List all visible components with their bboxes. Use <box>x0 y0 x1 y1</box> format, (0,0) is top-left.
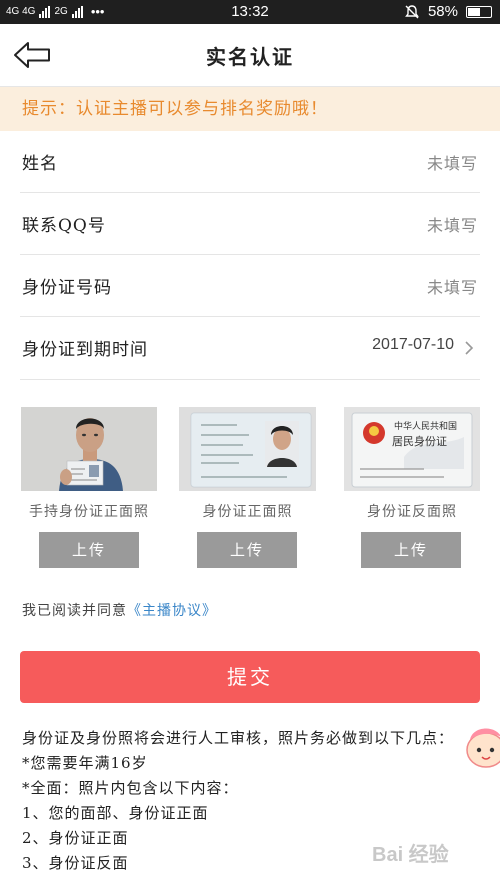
note-line: *您需要年满16岁 <box>22 754 148 772</box>
form-row-id-number[interactable]: 身份证号码 未填写 <box>20 255 480 317</box>
qq-value[interactable]: 未填写 <box>427 212 478 236</box>
photo-holding-id <box>21 407 157 491</box>
person-holding-id-image <box>21 407 157 491</box>
photo-id-front <box>179 407 316 491</box>
status-right: 58% <box>404 3 492 20</box>
caption-id-back: 身份证反面照 <box>367 504 457 520</box>
tip-banner: 提示：认证主播可以参与排名奖励哦！ <box>0 87 500 131</box>
id-card-front-image <box>179 407 316 491</box>
header-bar: 实名认证 <box>0 24 500 87</box>
caption-holding-id: 手持身份证正面照 <box>29 504 149 520</box>
status-bar: 4G 4G 2G ••• 13:32 58% <box>0 0 500 24</box>
id-back-line2: 居民身份证 <box>392 434 447 448</box>
note-line: *全面：照片内包含以下内容： <box>22 779 239 797</box>
id-number-value[interactable]: 未填写 <box>427 274 478 298</box>
id-expiry-value[interactable]: 2017-07-10 <box>372 336 454 354</box>
upload-holding-id-button[interactable]: 上传 <box>39 532 139 568</box>
chevron-right-icon <box>465 341 474 355</box>
upload-id-back-button[interactable]: 上传 <box>361 532 461 568</box>
agreement-link[interactable]: 《主播协议》 <box>127 603 217 619</box>
upload-id-front-button[interactable]: 上传 <box>197 532 297 568</box>
caption-id-front: 身份证正面照 <box>202 504 293 520</box>
qq-label: 联系QQ号 <box>22 216 106 236</box>
form-row-qq[interactable]: 联系QQ号 未填写 <box>20 193 480 255</box>
watermark: Bai 经验 <box>372 844 449 866</box>
note-line: 身份证及身份照将会进行人工审核，照片务必做到以下几点： <box>22 729 455 747</box>
battery-percent: 58% <box>427 3 458 20</box>
note-line: 1、您的面部、身份证正面 <box>22 804 209 822</box>
back-arrow-icon[interactable] <box>12 40 52 70</box>
id-number-label: 身份证号码 <box>22 278 112 298</box>
page-title: 实名认证 <box>206 45 294 69</box>
form-row-name[interactable]: 姓名 未填写 <box>20 131 480 193</box>
id-back-line1: 中华人民共和国 <box>394 420 457 432</box>
name-label: 姓名 <box>22 154 58 174</box>
submit-button[interactable]: 提交 <box>20 651 480 703</box>
photo-id-back: 中华人民共和国 居民身份证 <box>344 407 480 491</box>
mascot-icon[interactable] <box>462 720 500 770</box>
agreement-prefix: 我已阅读并同意 <box>22 603 127 619</box>
id-card-back-image: 中华人民共和国 居民身份证 <box>344 407 480 491</box>
agreement-line: 我已阅读并同意《主播协议》 <box>22 600 217 620</box>
form-row-id-expiry[interactable]: 身份证到期时间 2017-07-10 <box>20 317 480 380</box>
name-value[interactable]: 未填写 <box>427 150 478 174</box>
bell-muted-icon <box>405 4 419 18</box>
battery-icon <box>466 5 492 18</box>
id-expiry-label: 身份证到期时间 <box>22 340 148 360</box>
